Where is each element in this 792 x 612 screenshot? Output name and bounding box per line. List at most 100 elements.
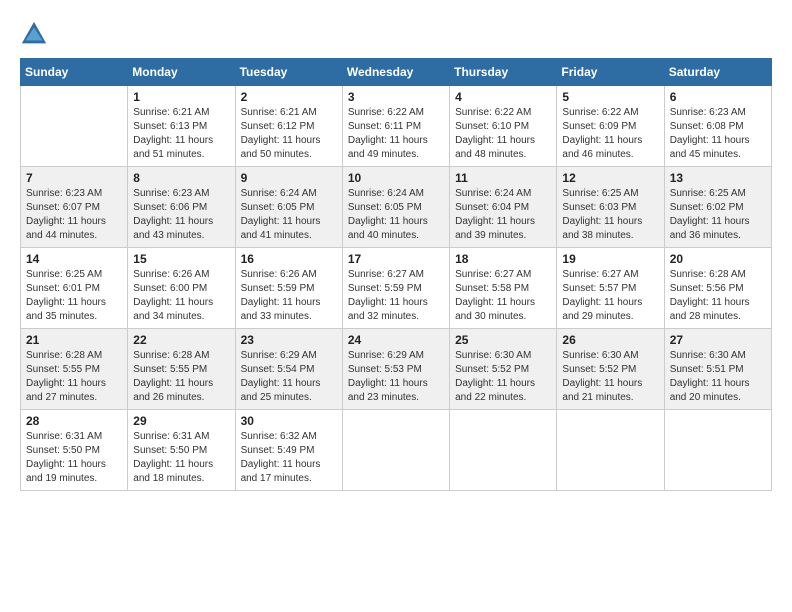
calendar-cell: 18Sunrise: 6:27 AMSunset: 5:58 PMDayligh… xyxy=(450,248,557,329)
day-info: Sunrise: 6:30 AMSunset: 5:51 PMDaylight:… xyxy=(670,349,766,405)
calendar-cell xyxy=(664,410,771,491)
day-number: 29 xyxy=(133,414,229,428)
day-info: Sunrise: 6:28 AMSunset: 5:56 PMDaylight:… xyxy=(670,268,766,324)
day-number: 27 xyxy=(670,333,766,347)
header-cell-wednesday: Wednesday xyxy=(342,59,449,86)
calendar-cell: 17 Sunrise: 6:27 AMSunset: 5:59 PMDayligh… xyxy=(342,248,449,329)
day-info: Sunrise: 6:25 AMSunset: 6:03 PMDaylight:… xyxy=(562,187,658,243)
calendar-cell: 25 Sunrise: 6:30 AMSunset: 5:52 PMDayligh… xyxy=(450,329,557,410)
calendar-cell: 28 Sunrise: 6:31 AMSunset: 5:50 PMDayligh… xyxy=(21,410,128,491)
calendar-cell: 2Sunrise: 6:21 AMSunset: 6:12 PMDaylight… xyxy=(235,86,342,167)
day-info: Sunrise: 6:29 AMSunset: 5:53 PMDaylight:… xyxy=(348,349,444,405)
day-number: 1 xyxy=(133,90,229,104)
calendar-table: SundayMondayTuesdayWednesdayThursdayFrid… xyxy=(20,58,772,491)
header-row: SundayMondayTuesdayWednesdayThursdayFrid… xyxy=(21,59,772,86)
calendar-cell: 15 Sunrise: 6:26 AMSunset: 6:00 PMDayligh… xyxy=(128,248,235,329)
day-info: Sunrise: 6:26 AMSunset: 6:00 PMDaylight:… xyxy=(133,268,229,324)
week-row-2: 7 Sunrise: 6:23 AMSunset: 6:07 PMDaylight… xyxy=(21,167,772,248)
day-info: Sunrise: 6:26 AMSunset: 5:59 PMDaylight:… xyxy=(241,268,337,324)
week-row-3: 14 Sunrise: 6:25 AMSunset: 6:01 PMDayligh… xyxy=(21,248,772,329)
calendar-cell: 20 Sunrise: 6:28 AMSunset: 5:56 PMDayligh… xyxy=(664,248,771,329)
calendar-cell xyxy=(557,410,664,491)
day-number: 25 xyxy=(455,333,551,347)
calendar-cell: 22 Sunrise: 6:28 AMSunset: 5:55 PMDayligh… xyxy=(128,329,235,410)
week-row-5: 28 Sunrise: 6:31 AMSunset: 5:50 PMDayligh… xyxy=(21,410,772,491)
header-cell-friday: Friday xyxy=(557,59,664,86)
day-number: 3 xyxy=(348,90,444,104)
day-info: Sunrise: 6:24 AMSunset: 6:05 PMDaylight:… xyxy=(241,187,337,243)
header-cell-thursday: Thursday xyxy=(450,59,557,86)
day-number: 19 xyxy=(562,252,658,266)
day-number: 14 xyxy=(26,252,122,266)
calendar-cell xyxy=(342,410,449,491)
day-info: Sunrise: 6:22 AMSunset: 6:10 PMDaylight:… xyxy=(455,106,551,162)
day-info: Sunrise: 6:25 AMSunset: 6:02 PMDaylight:… xyxy=(670,187,766,243)
calendar-cell: 13 Sunrise: 6:25 AMSunset: 6:02 PMDayligh… xyxy=(664,167,771,248)
day-info: Sunrise: 6:31 AMSunset: 5:50 PMDaylight:… xyxy=(133,430,229,486)
calendar-cell: 3Sunrise: 6:22 AMSunset: 6:11 PMDaylight… xyxy=(342,86,449,167)
day-info: Sunrise: 6:21 AMSunset: 6:13 PMDaylight:… xyxy=(133,106,229,162)
day-info: Sunrise: 6:27 AMSunset: 5:57 PMDaylight:… xyxy=(562,268,658,324)
calendar-cell xyxy=(21,86,128,167)
week-row-4: 21 Sunrise: 6:28 AMSunset: 5:55 PMDayligh… xyxy=(21,329,772,410)
day-number: 16 xyxy=(241,252,337,266)
calendar-cell: 29 Sunrise: 6:31 AMSunset: 5:50 PMDayligh… xyxy=(128,410,235,491)
day-info: Sunrise: 6:27 AMSunset: 5:59 PMDaylight:… xyxy=(348,268,444,324)
day-number: 9 xyxy=(241,171,337,185)
day-info: Sunrise: 6:30 AMSunset: 5:52 PMDaylight:… xyxy=(455,349,551,405)
day-number: 8 xyxy=(133,171,229,185)
day-number: 24 xyxy=(348,333,444,347)
page-header xyxy=(20,20,772,48)
day-info: Sunrise: 6:28 AMSunset: 5:55 PMDaylight:… xyxy=(26,349,122,405)
calendar-cell: 30Sunrise: 6:32 AMSunset: 5:49 PMDayligh… xyxy=(235,410,342,491)
day-number: 21 xyxy=(26,333,122,347)
day-info: Sunrise: 6:27 AMSunset: 5:58 PMDaylight:… xyxy=(455,268,551,324)
day-info: Sunrise: 6:21 AMSunset: 6:12 PMDaylight:… xyxy=(241,106,337,162)
day-info: Sunrise: 6:23 AMSunset: 6:06 PMDaylight:… xyxy=(133,187,229,243)
header-cell-saturday: Saturday xyxy=(664,59,771,86)
day-number: 15 xyxy=(133,252,229,266)
calendar-cell xyxy=(450,410,557,491)
week-row-1: 1 Sunrise: 6:21 AMSunset: 6:13 PMDaylight… xyxy=(21,86,772,167)
day-info: Sunrise: 6:30 AMSunset: 5:52 PMDaylight:… xyxy=(562,349,658,405)
calendar-cell: 6Sunrise: 6:23 AMSunset: 6:08 PMDaylight… xyxy=(664,86,771,167)
calendar-cell: 19 Sunrise: 6:27 AMSunset: 5:57 PMDayligh… xyxy=(557,248,664,329)
day-number: 22 xyxy=(133,333,229,347)
calendar-cell: 8 Sunrise: 6:23 AMSunset: 6:06 PMDaylight… xyxy=(128,167,235,248)
logo xyxy=(20,20,52,48)
calendar-cell: 7 Sunrise: 6:23 AMSunset: 6:07 PMDaylight… xyxy=(21,167,128,248)
header-cell-sunday: Sunday xyxy=(21,59,128,86)
day-number: 10 xyxy=(348,171,444,185)
calendar-cell: 11Sunrise: 6:24 AMSunset: 6:04 PMDayligh… xyxy=(450,167,557,248)
calendar-cell: 4Sunrise: 6:22 AMSunset: 6:10 PMDaylight… xyxy=(450,86,557,167)
day-number: 17 xyxy=(348,252,444,266)
calendar-cell: 1 Sunrise: 6:21 AMSunset: 6:13 PMDaylight… xyxy=(128,86,235,167)
day-number: 26 xyxy=(562,333,658,347)
calendar-cell: 16 Sunrise: 6:26 AMSunset: 5:59 PMDayligh… xyxy=(235,248,342,329)
day-info: Sunrise: 6:22 AMSunset: 6:09 PMDaylight:… xyxy=(562,106,658,162)
day-number: 5 xyxy=(562,90,658,104)
day-number: 23 xyxy=(241,333,337,347)
day-number: 20 xyxy=(670,252,766,266)
day-number: 7 xyxy=(26,171,122,185)
day-info: Sunrise: 6:23 AMSunset: 6:07 PMDaylight:… xyxy=(26,187,122,243)
calendar-cell: 10Sunrise: 6:24 AMSunset: 6:05 PMDayligh… xyxy=(342,167,449,248)
calendar-cell: 23Sunrise: 6:29 AMSunset: 5:54 PMDayligh… xyxy=(235,329,342,410)
calendar-cell: 26 Sunrise: 6:30 AMSunset: 5:52 PMDayligh… xyxy=(557,329,664,410)
logo-icon xyxy=(20,20,48,48)
day-number: 11 xyxy=(455,171,551,185)
calendar-cell: 12 Sunrise: 6:25 AMSunset: 6:03 PMDayligh… xyxy=(557,167,664,248)
day-info: Sunrise: 6:23 AMSunset: 6:08 PMDaylight:… xyxy=(670,106,766,162)
day-number: 12 xyxy=(562,171,658,185)
calendar-cell: 27 Sunrise: 6:30 AMSunset: 5:51 PMDayligh… xyxy=(664,329,771,410)
day-info: Sunrise: 6:31 AMSunset: 5:50 PMDaylight:… xyxy=(26,430,122,486)
day-number: 13 xyxy=(670,171,766,185)
day-info: Sunrise: 6:32 AMSunset: 5:49 PMDaylight:… xyxy=(241,430,337,486)
day-info: Sunrise: 6:25 AMSunset: 6:01 PMDaylight:… xyxy=(26,268,122,324)
day-number: 28 xyxy=(26,414,122,428)
header-cell-monday: Monday xyxy=(128,59,235,86)
calendar-cell: 9 Sunrise: 6:24 AMSunset: 6:05 PMDaylight… xyxy=(235,167,342,248)
calendar-cell: 21 Sunrise: 6:28 AMSunset: 5:55 PMDayligh… xyxy=(21,329,128,410)
calendar-cell: 14 Sunrise: 6:25 AMSunset: 6:01 PMDayligh… xyxy=(21,248,128,329)
day-info: Sunrise: 6:28 AMSunset: 5:55 PMDaylight:… xyxy=(133,349,229,405)
